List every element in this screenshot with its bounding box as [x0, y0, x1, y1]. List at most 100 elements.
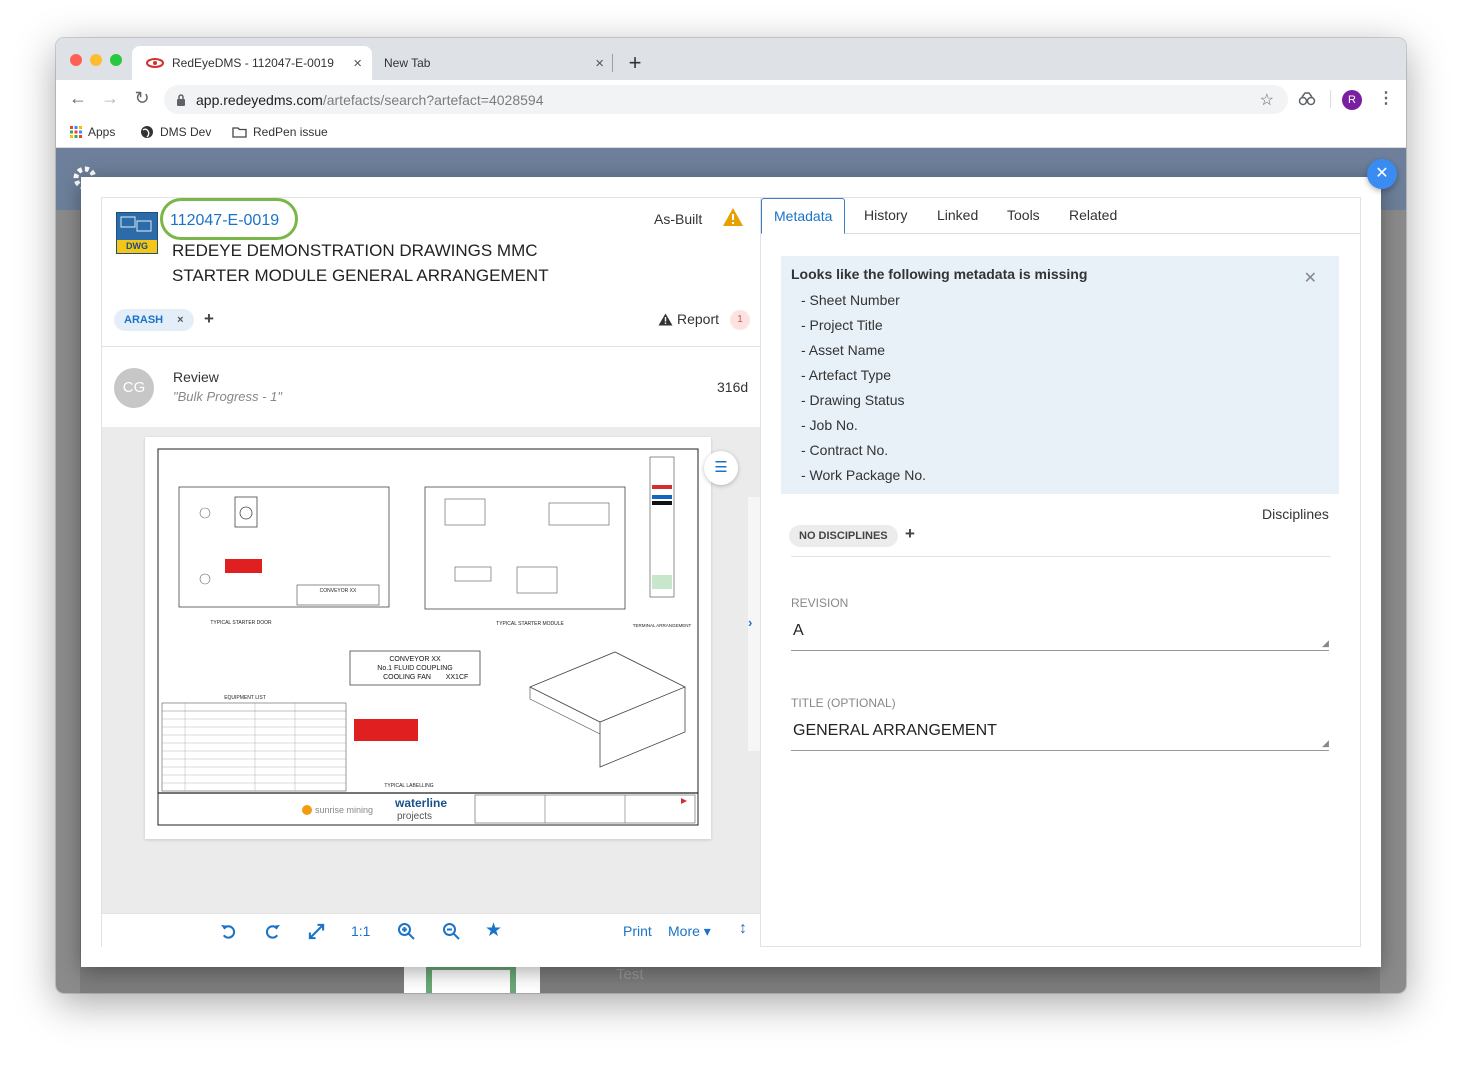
browser-menu-icon[interactable]: ⋮	[1378, 88, 1394, 108]
missing-metadata-alert: Looks like the following metadata is mis…	[781, 256, 1339, 494]
tab-strip: RedEyeDMS - 112047-E-0019 × New Tab × +	[56, 38, 1406, 80]
title-field[interactable]: GENERAL ARRANGEMENT	[793, 722, 997, 740]
toolbar-divider	[1330, 90, 1331, 108]
bookmark-star-icon[interactable]: ☆	[1260, 90, 1274, 110]
rotate-left-icon[interactable]	[220, 923, 237, 940]
list-item: - Artefact Type	[801, 367, 892, 383]
print-button[interactable]: Print	[623, 923, 652, 939]
drawing-callout: No.1 FLUID COUPLING	[377, 665, 452, 672]
folder-icon	[232, 127, 247, 138]
disciplines-label: Disciplines	[1262, 506, 1329, 522]
list-item: - Asset Name	[801, 342, 886, 358]
drawing-logo-text: projects	[397, 811, 432, 822]
close-tab-icon[interactable]: ×	[595, 55, 604, 72]
no-disciplines-chip: NO DISCIPLINES	[789, 525, 898, 547]
add-tag-button[interactable]: +	[204, 309, 214, 329]
zoom-out-icon[interactable]	[442, 922, 460, 940]
tab-metadata[interactable]: Metadata	[761, 198, 846, 234]
drawing-label: EQUIPMENT LIST	[224, 695, 266, 701]
engineering-drawing: CONVEYOR XX TYPICAL STARTER DOOR TYPICAL…	[157, 448, 699, 826]
file-type-label: DWG	[117, 240, 157, 253]
title-underline	[791, 750, 1329, 751]
more-dropdown[interactable]: More ▾	[668, 923, 711, 940]
zoom-in-icon[interactable]	[397, 922, 415, 940]
tab-history[interactable]: History	[852, 198, 920, 234]
tag-label: ARASH	[124, 314, 164, 326]
document-title: REDEYE DEMONSTRATION DRAWINGS MMC STARTE…	[172, 238, 612, 288]
new-tab-button[interactable]: +	[624, 50, 646, 76]
add-discipline-button[interactable]: +	[905, 524, 915, 544]
tab-separator	[612, 54, 613, 72]
browser-toolbar: ← → ↻ app.redeyedms.com/artefacts/search…	[56, 80, 1406, 118]
bookmark-dms-dev[interactable]: DMS Dev	[140, 125, 211, 139]
browser-window: RedEyeDMS - 112047-E-0019 × New Tab × + …	[56, 38, 1406, 993]
tab-label: RedEyeDMS - 112047-E-0019	[172, 56, 334, 70]
list-item: - Job No.	[801, 417, 858, 433]
tab-new[interactable]: New Tab ×	[374, 46, 614, 80]
revision-underline	[791, 650, 1329, 651]
rotate-right-icon[interactable]	[264, 923, 281, 940]
list-item: - Drawing Status	[801, 392, 905, 408]
avatar: CG	[114, 368, 154, 408]
list-view-icon[interactable]: ☰	[704, 451, 738, 485]
document-id-link[interactable]: 112047-E-0019	[170, 212, 279, 230]
tab-linked[interactable]: Linked	[925, 198, 990, 234]
bookmark-apps[interactable]: Apps	[70, 125, 115, 139]
report-warning-icon	[658, 313, 673, 325]
bookmark-redpen-issue[interactable]: RedPen issue	[232, 125, 328, 139]
reload-icon[interactable]: ↻	[132, 88, 152, 109]
tab-tools[interactable]: Tools	[995, 198, 1052, 234]
address-bar[interactable]: app.redeyedms.com/artefacts/search?artef…	[164, 85, 1288, 114]
close-window-button[interactable]	[70, 54, 82, 66]
viewer-toolbar: 1:1 ★ Print More ▾ ↕	[102, 913, 760, 947]
lock-icon	[177, 93, 185, 106]
close-modal-icon[interactable]: ✕	[1367, 159, 1397, 189]
background-item-label: Test	[616, 966, 644, 983]
drawing-sheet[interactable]: CONVEYOR XX TYPICAL STARTER DOOR TYPICAL…	[145, 437, 711, 839]
section-divider	[791, 556, 1331, 557]
report-button[interactable]: Report	[658, 311, 719, 327]
tab-redeyedms[interactable]: RedEyeDMS - 112047-E-0019 ×	[132, 46, 372, 80]
alert-title: Looks like the following metadata is mis…	[791, 266, 1088, 282]
drawing-label: TYPICAL LABELLING	[384, 783, 433, 789]
tab-related[interactable]: Related	[1057, 198, 1129, 234]
report-label: Report	[677, 311, 720, 327]
list-item: - Sheet Number	[801, 292, 900, 308]
apps-grid-icon	[70, 126, 82, 138]
resize-grip-icon[interactable]: ◢	[1322, 638, 1329, 649]
activity-note: "Bulk Progress - 1"	[173, 389, 282, 404]
extension-icon[interactable]	[1298, 92, 1316, 106]
status-label: As-Built	[654, 211, 703, 227]
activity-age: 316d	[717, 379, 749, 395]
profile-avatar[interactable]: R	[1342, 90, 1362, 110]
list-item: - Contract No.	[801, 442, 889, 458]
artefact-detail-pane: DWG 112047-E-0019 REDEYE DEMONSTRATION D…	[101, 197, 761, 947]
revision-field[interactable]: A	[793, 622, 804, 640]
close-alert-icon[interactable]: ✕	[1304, 268, 1317, 288]
drawing-label: TYPICAL STARTER DOOR	[210, 620, 272, 626]
drawing-viewer[interactable]: CONVEYOR XX TYPICAL STARTER DOOR TYPICAL…	[102, 427, 760, 913]
back-icon[interactable]: ←	[68, 88, 88, 109]
document-title-line1: REDEYE DEMONSTRATION DRAWINGS MMC	[172, 241, 538, 260]
close-tab-icon[interactable]: ×	[353, 55, 362, 72]
vertical-resize-icon[interactable]: ↕	[739, 920, 747, 938]
chevron-right-icon: ›	[748, 615, 753, 630]
maximize-window-button[interactable]	[110, 54, 122, 66]
resize-grip-icon[interactable]: ◢	[1322, 738, 1329, 749]
missing-fields-list: - Sheet Number - Project Title - Asset N…	[791, 288, 1329, 488]
minimize-window-button[interactable]	[90, 54, 102, 66]
artefact-modal: DWG 112047-E-0019 REDEYE DEMONSTRATION D…	[81, 177, 1381, 967]
fullscreen-icon[interactable]	[308, 923, 325, 940]
tag-chip[interactable]: ARASH ×	[114, 309, 194, 331]
forward-icon[interactable]: →	[100, 88, 120, 109]
actual-size-button[interactable]: 1:1	[351, 923, 370, 939]
list-item: - Project Title	[801, 317, 883, 333]
warning-icon[interactable]	[722, 207, 744, 227]
drawing-label: TERMINAL ARRANGEMENT	[633, 623, 692, 628]
title-label: TITLE (OPTIONAL)	[791, 696, 896, 710]
side-panel-toggle[interactable]: ›	[748, 497, 760, 751]
drawing-callout: COOLING FAN	[383, 674, 431, 681]
remove-tag-icon[interactable]: ×	[177, 314, 183, 326]
star-icon[interactable]: ★	[485, 919, 502, 942]
drawing-callout: CONVEYOR XX	[320, 588, 357, 594]
